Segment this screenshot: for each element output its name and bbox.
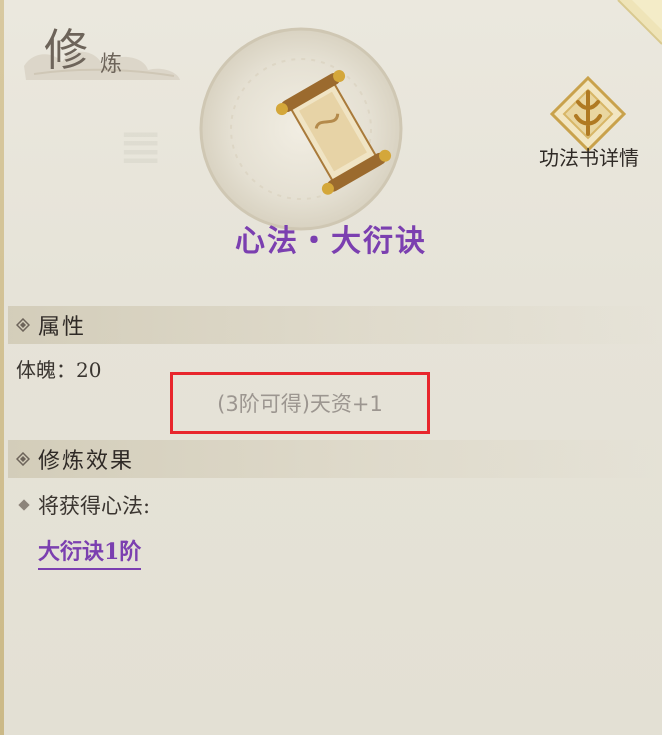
- book-detail-label: 功法书详情: [539, 146, 639, 170]
- attributes-section-label: 属性: [38, 315, 87, 340]
- page-subtitle: 炼: [100, 52, 123, 77]
- corner-decoration-icon: [617, 0, 662, 45]
- book-detail-button[interactable]: 功法书详情: [524, 76, 654, 176]
- page-title: 修: [44, 25, 89, 76]
- scroll-icon: [275, 70, 392, 195]
- emblem-icon: [550, 76, 626, 152]
- diamond-bullet-icon: [16, 318, 30, 332]
- left-edge-trim: [0, 0, 4, 735]
- skill-name: 心法・大衍诀: [235, 224, 427, 259]
- highlight-box: [170, 372, 430, 434]
- stat-line: 体魄：20: [16, 358, 102, 382]
- bullet-icon: [18, 499, 30, 511]
- skill-link[interactable]: 大衍诀1阶: [38, 534, 142, 570]
- effects-section-label: 修炼效果: [38, 449, 135, 474]
- gain-line: 将获得心法:: [16, 490, 150, 520]
- gain-label: 将获得心法:: [38, 494, 151, 518]
- attributes-section-header: 属性: [8, 306, 658, 344]
- cloud-ornament-icon: [24, 51, 180, 80]
- diamond-bullet-icon: [16, 452, 30, 466]
- effects-section-header: 修炼效果: [8, 440, 658, 478]
